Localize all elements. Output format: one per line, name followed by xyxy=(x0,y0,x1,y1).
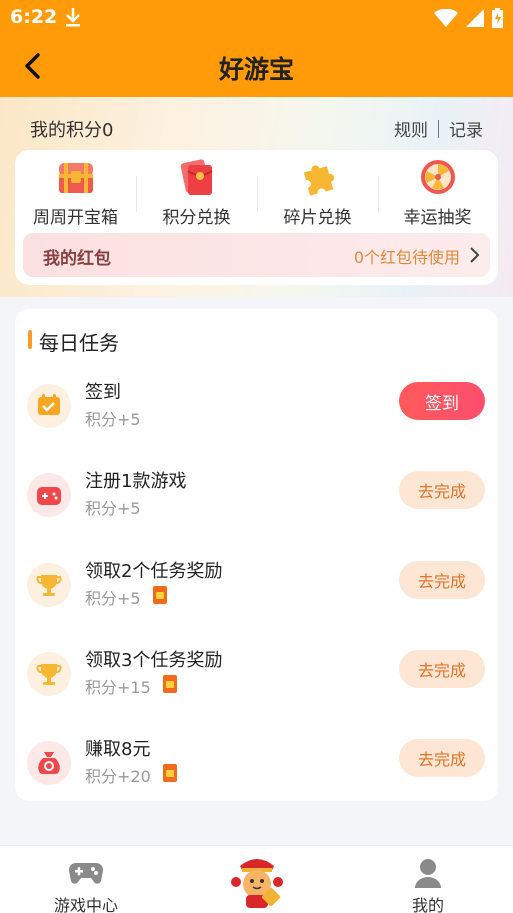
menu-item-lucky-draw[interactable]: 幸运抽奖 xyxy=(377,157,498,228)
points-links: 规则 记录 xyxy=(394,116,483,141)
task-reward: 积分+20 xyxy=(85,763,177,787)
task-reward-text: 积分+5 xyxy=(85,589,141,608)
task-item: 领取3个任务奖励 积分+15 去完成 xyxy=(15,646,498,716)
money-bag-icon xyxy=(27,741,71,785)
section-title: 每日任务 xyxy=(39,331,119,355)
records-link[interactable]: 记录 xyxy=(449,116,483,141)
status-time: 6:22 xyxy=(10,6,58,28)
task-item: 注册1款游戏 积分+5 去完成 xyxy=(15,467,498,537)
mascot-icon[interactable] xyxy=(228,852,286,910)
trophy-icon xyxy=(27,652,71,696)
gamepad-icon xyxy=(68,858,104,892)
menu-item-fragment-exchange[interactable]: 碎片兑换 xyxy=(257,157,378,228)
wifi-icon xyxy=(434,8,458,31)
rules-link[interactable]: 规则 xyxy=(394,116,428,141)
trophy-icon xyxy=(27,563,71,607)
app-header: 好游宝 xyxy=(0,36,513,97)
tab-label: 我的 xyxy=(411,896,444,913)
menu-label: 周周开宝箱 xyxy=(33,208,118,228)
menu-label: 碎片兑换 xyxy=(283,208,352,228)
task-reward: 积分+5 xyxy=(85,585,167,609)
task-title: 领取2个任务奖励 xyxy=(85,561,223,582)
menu-item-treasure-chest[interactable]: 周周开宝箱 xyxy=(15,157,136,228)
status-bar: 6:22 xyxy=(0,0,513,36)
menu-item-points-exchange[interactable]: 积分兑换 xyxy=(136,157,257,228)
task-reward-text: 积分+20 xyxy=(85,767,151,786)
user-icon xyxy=(414,858,442,892)
task-title: 签到 xyxy=(85,382,121,403)
my-points: 我的积分0 xyxy=(30,120,114,141)
complete-task-button[interactable]: 去完成 xyxy=(399,471,485,509)
task-reward: 积分+5 xyxy=(85,406,141,430)
task-title: 赚取8元 xyxy=(85,739,151,760)
section-accent-bar xyxy=(28,330,32,349)
page-title: 好游宝 xyxy=(218,55,294,84)
red-packet-status: 0个红包待使用 xyxy=(353,248,460,267)
task-reward-text: 积分+5 xyxy=(85,499,141,518)
complete-task-button[interactable]: 去完成 xyxy=(399,650,485,688)
red-packet-badge-icon xyxy=(162,764,177,786)
menu-label: 积分兑换 xyxy=(162,208,231,228)
task-title: 注册1款游戏 xyxy=(85,471,187,492)
lucky-wheel-icon xyxy=(418,157,458,197)
my-red-packet-bar[interactable]: 我的红包 0个红包待使用 xyxy=(23,233,490,277)
complete-task-button[interactable]: 去完成 xyxy=(399,739,485,777)
sign-in-button[interactable]: 签到 xyxy=(399,382,485,420)
task-reward: 积分+15 xyxy=(85,674,177,698)
tab-label: 游戏中心 xyxy=(53,896,118,913)
tab-game-center[interactable]: 游戏中心 xyxy=(26,846,146,913)
red-envelope-icon xyxy=(177,157,217,197)
treasure-chest-icon xyxy=(56,157,96,197)
battery-icon xyxy=(492,8,503,32)
task-item: 签到 积分+5 签到 xyxy=(15,378,498,448)
puzzle-piece-icon xyxy=(298,157,338,197)
task-reward-text: 积分+5 xyxy=(85,410,141,429)
tab-mine[interactable]: 我的 xyxy=(368,846,488,913)
task-item: 赚取8元 积分+20 去完成 xyxy=(15,735,498,805)
task-reward: 积分+5 xyxy=(85,495,141,519)
complete-task-button[interactable]: 去完成 xyxy=(399,561,485,599)
download-icon xyxy=(64,6,82,32)
task-reward-text: 积分+15 xyxy=(85,678,151,697)
signal-icon xyxy=(466,9,484,31)
link-divider xyxy=(438,119,439,138)
red-packet-badge-icon xyxy=(162,675,177,697)
task-item: 领取2个任务奖励 积分+5 去完成 xyxy=(15,557,498,627)
daily-tasks-card: 每日任务 签到 积分+5 签到 注册1款游戏 积分+5 去完成 领取2个任务奖励… xyxy=(15,309,498,801)
red-packet-title: 我的红包 xyxy=(43,249,111,269)
feature-card: 周周开宝箱 积分兑换 碎片兑换 幸运抽奖 我的红包 0个红包待使用 xyxy=(15,150,498,285)
game-controller-icon xyxy=(27,473,71,517)
red-packet-badge-icon xyxy=(152,586,167,608)
task-title: 领取3个任务奖励 xyxy=(85,650,223,671)
chevron-right-icon xyxy=(468,246,480,268)
menu-label: 幸运抽奖 xyxy=(403,208,472,228)
calendar-check-icon xyxy=(27,384,71,428)
